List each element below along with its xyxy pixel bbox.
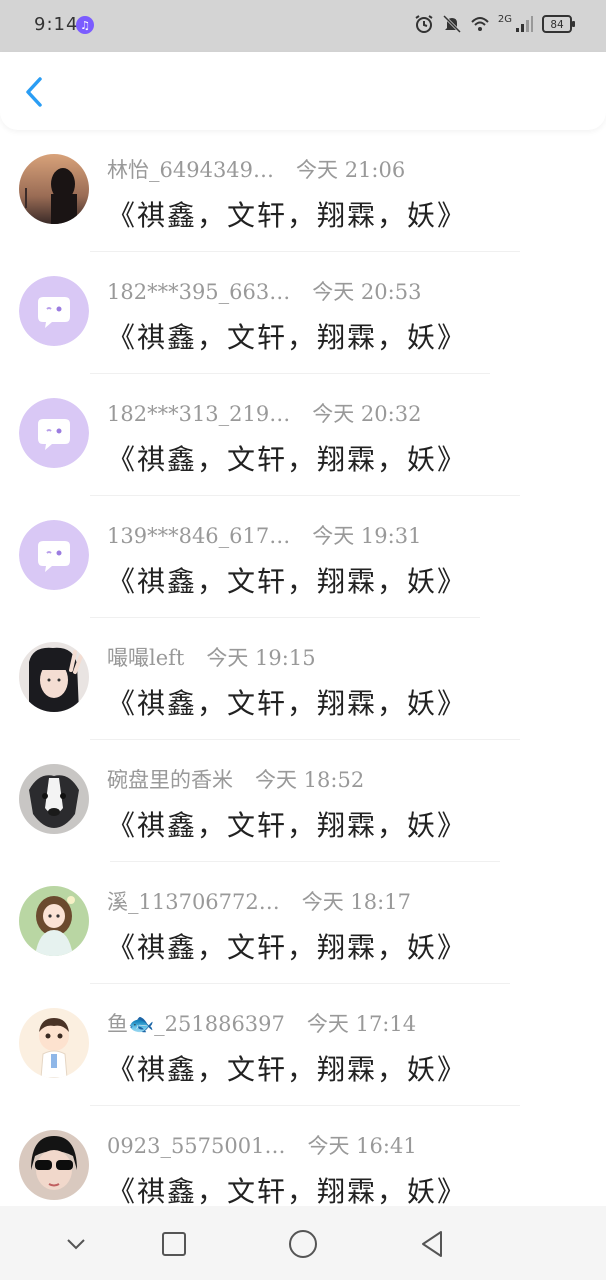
message-time: 今天 21:06 (296, 158, 406, 182)
sender-name: 鱼🐟_251886397 (107, 1012, 285, 1036)
avatar[interactable] (19, 520, 89, 590)
list-item[interactable]: 嘬嘬left 今天 19:15 《祺鑫，文轩，翔霖，妖》 (0, 618, 606, 740)
row-meta: 182***313_219… 今天 20:32 (107, 398, 421, 428)
status-bar: 9:14 ♫ 2G 84 (0, 0, 606, 52)
list-item[interactable]: 139***846_617… 今天 19:31 《祺鑫，文轩，翔霖，妖》 (0, 496, 606, 618)
nav-back-button[interactable] (412, 1224, 452, 1264)
chevron-down-icon (67, 1239, 85, 1250)
music-app-icon: ♫ (76, 16, 94, 34)
message-text: 《祺鑫，文轩，翔霖，妖》 (107, 687, 468, 720)
nav-recents-button[interactable] (154, 1224, 194, 1264)
avatar[interactable] (19, 154, 89, 224)
row-meta: 嘬嘬left 今天 19:15 (107, 642, 316, 672)
alarm-icon (415, 15, 433, 33)
row-meta: 溪_113706772… 今天 18:17 (107, 886, 411, 916)
default-chat-avatar-icon (19, 276, 89, 346)
message-time: 今天 20:32 (312, 402, 422, 426)
sender-name: 182***313_219… (107, 402, 291, 426)
back-button[interactable] (18, 74, 50, 110)
message-time: 今天 16:41 (307, 1134, 417, 1158)
avatar[interactable] (19, 1130, 89, 1200)
nav-home-button[interactable] (283, 1224, 323, 1264)
message-text: 《祺鑫，文轩，翔霖，妖》 (107, 443, 468, 476)
message-time: 今天 19:15 (206, 646, 316, 670)
status-icons: 2G 84 (414, 13, 575, 34)
message-text: 《祺鑫，文轩，翔霖，妖》 (107, 321, 468, 354)
avatar[interactable] (19, 1008, 89, 1078)
list-item[interactable]: 182***313_219… 今天 20:32 《祺鑫，文轩，翔霖，妖》 (0, 374, 606, 496)
message-text: 《祺鑫，文轩，翔霖，妖》 (107, 199, 468, 232)
recents-square-icon (162, 1232, 186, 1256)
sender-name: 嘬嘬left (107, 646, 185, 670)
row-meta: 碗盘里的香米 今天 18:52 (107, 764, 364, 794)
home-circle-icon (289, 1230, 317, 1258)
row-meta: 鱼🐟_251886397 今天 17:14 (107, 1008, 416, 1038)
sender-name: 0923_5575001… (107, 1134, 286, 1158)
list-item[interactable]: 溪_113706772… 今天 18:17 《祺鑫，文轩，翔霖，妖》 (0, 862, 606, 984)
chevron-left-icon (26, 77, 42, 107)
message-text: 《祺鑫，文轩，翔霖，妖》 (107, 565, 468, 598)
sender-name: 溪_113706772… (107, 890, 280, 914)
mute-icon (442, 14, 461, 34)
list-item[interactable]: 鱼🐟_251886397 今天 17:14 《祺鑫，文轩，翔霖，妖》 (0, 984, 606, 1106)
sender-name: 碗盘里的香米 (107, 768, 233, 792)
back-triangle-icon (422, 1231, 442, 1257)
avatar[interactable] (19, 642, 89, 712)
default-chat-avatar-icon (19, 520, 89, 590)
sender-name: 林怡_6494349… (107, 158, 275, 182)
message-time: 今天 18:17 (301, 890, 411, 914)
list-item[interactable]: 0923_5575001… 今天 16:41 《祺鑫，文轩，翔霖，妖》 (0, 1106, 606, 1206)
message-time: 今天 18:52 (255, 768, 365, 792)
avatar[interactable] (19, 764, 89, 834)
message-list[interactable]: 林怡_6494349… 今天 21:06 《祺鑫，文轩，翔霖，妖》 182***… (0, 130, 606, 1206)
page-header (0, 52, 606, 130)
avatar[interactable] (19, 886, 89, 956)
message-text: 《祺鑫，文轩，翔霖，妖》 (107, 809, 468, 842)
avatar[interactable] (19, 276, 89, 346)
message-time: 今天 17:14 (306, 1012, 417, 1036)
system-nav-bar (0, 1206, 606, 1280)
message-time: 今天 19:31 (312, 524, 422, 548)
list-item[interactable]: 182***395_663… 今天 20:53 《祺鑫，文轩，翔霖，妖》 (0, 252, 606, 374)
message-text: 《祺鑫，文轩，翔霖，妖》 (107, 1053, 468, 1086)
sender-name: 139***846_617… (107, 524, 291, 548)
sender-name: 182***395_663… (107, 280, 291, 304)
network-type: 2G (497, 13, 512, 25)
row-meta: 0923_5575001… 今天 16:41 (107, 1130, 417, 1160)
status-time: 9:14 (34, 14, 79, 35)
avatar[interactable] (19, 398, 89, 468)
wifi-icon (471, 17, 489, 31)
message-text: 《祺鑫，文轩，翔霖，妖》 (107, 931, 468, 964)
signal-icon (516, 16, 533, 32)
row-meta: 182***395_663… 今天 20:53 (107, 276, 421, 306)
default-chat-avatar-icon (19, 398, 89, 468)
battery-icon: 84 (542, 15, 575, 33)
row-meta: 139***846_617… 今天 19:31 (107, 520, 421, 550)
nav-collapse-button[interactable] (56, 1224, 96, 1264)
list-item[interactable]: 碗盘里的香米 今天 18:52 《祺鑫，文轩，翔霖，妖》 (0, 740, 606, 862)
row-meta: 林怡_6494349… 今天 21:06 (107, 154, 405, 184)
message-time: 今天 20:53 (312, 280, 422, 304)
list-item[interactable]: 林怡_6494349… 今天 21:06 《祺鑫，文轩，翔霖，妖》 (0, 130, 606, 252)
message-text: 《祺鑫，文轩，翔霖，妖》 (107, 1175, 468, 1206)
